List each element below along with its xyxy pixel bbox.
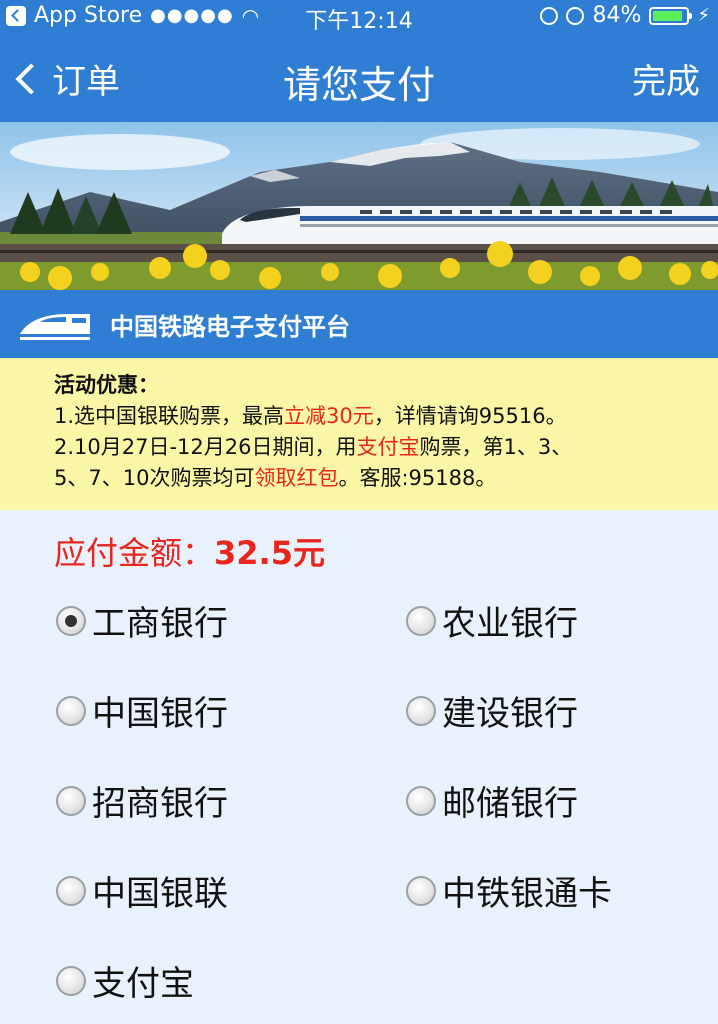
top-bar: App Store ●●●●● ◠ 下午12:14 84% ⚡ 订单 请您支付 …	[0, 0, 718, 122]
bank-label: 工商银行	[92, 604, 228, 644]
promo-highlight: 立减30元	[284, 404, 374, 428]
radio-icon[interactable]	[406, 605, 436, 636]
train-logo-icon	[20, 314, 90, 340]
train-landscape-illustration	[0, 122, 718, 290]
bank-label: 中国银行	[92, 694, 228, 734]
radio-icon[interactable]	[406, 695, 436, 726]
bank-label: 支付宝	[92, 964, 194, 1004]
amount-label: 应付金额：	[54, 534, 215, 572]
bank-label: 中国银联	[92, 874, 228, 914]
banner-image	[0, 122, 718, 290]
bank-label: 招商银行	[92, 784, 228, 824]
radio-icon[interactable]	[56, 785, 86, 816]
bank-option-icbc[interactable]: 工商银行	[56, 596, 228, 645]
promo-text: 。客服:95188。	[338, 466, 497, 490]
rotation-lock-icon	[540, 6, 559, 25]
status-bar: App Store ●●●●● ◠ 下午12:14 84% ⚡	[0, 0, 718, 34]
radio-selected-icon[interactable]	[56, 605, 86, 636]
page-title: 请您支付	[282, 63, 435, 107]
promo-text: 购票，第1、3、	[419, 435, 573, 459]
nav-bar: 订单 请您支付 完成	[0, 34, 718, 122]
promo-heading: 活动优惠：	[54, 373, 159, 397]
bank-option-psbc[interactable]: 邮储银行	[406, 776, 578, 825]
promo-highlight: 支付宝	[356, 435, 420, 459]
bank-option-abc[interactable]: 农业银行	[406, 596, 578, 645]
promo-line-2: 2.10月27日-12月26日期间，用支付宝购票，第1、3、	[54, 432, 718, 463]
promo-highlight: 领取红包	[254, 466, 339, 490]
payment-platform-header: 中国铁路电子支付平台	[0, 290, 718, 358]
bank-option-unionpay[interactable]: 中国银联	[56, 866, 228, 915]
alarm-icon	[566, 6, 585, 25]
bank-label: 建设银行	[442, 694, 578, 734]
status-right: 84% ⚡	[540, 3, 710, 28]
bank-label: 中铁银通卡	[442, 874, 612, 914]
done-button[interactable]: 完成	[632, 54, 700, 103]
radio-icon[interactable]	[56, 965, 86, 996]
radio-icon[interactable]	[56, 695, 86, 726]
bank-option-cmb[interactable]: 招商银行	[56, 776, 228, 825]
promotion-notice: 活动优惠： 1.选中国银联购票，最高立减30元，详情请询95516。 2.10月…	[0, 358, 718, 510]
battery-icon	[649, 6, 693, 25]
bank-option-boc[interactable]: 中国银行	[56, 686, 228, 735]
promo-text: ，详情请询95516。	[373, 404, 567, 428]
amount-due: 应付金额：32.5元	[54, 528, 325, 574]
amount-value: 32.5元	[214, 534, 325, 572]
radio-icon[interactable]	[406, 785, 436, 816]
promo-text: 5、7、10次购票均可	[54, 466, 255, 490]
bank-label: 农业银行	[442, 604, 578, 644]
radio-icon[interactable]	[56, 875, 86, 906]
promo-line-1: 1.选中国银联购票，最高立减30元，详情请询95516。	[54, 401, 718, 432]
battery-percent: 84%	[592, 3, 642, 28]
promo-text: 1.选中国银联购票，最高	[54, 404, 285, 428]
charging-icon: ⚡	[697, 5, 710, 26]
bank-label: 邮储银行	[442, 784, 578, 824]
bank-option-alipay[interactable]: 支付宝	[56, 956, 194, 1005]
promo-text: 2.10月27日-12月26日期间，用	[54, 435, 357, 459]
bank-option-ccb[interactable]: 建设银行	[406, 686, 578, 735]
promo-line-3: 5、7、10次购票均可领取红包。客服:95188。	[54, 463, 718, 494]
radio-icon[interactable]	[406, 875, 436, 906]
bank-option-railway-card[interactable]: 中铁银通卡	[406, 866, 612, 915]
platform-title: 中国铁路电子支付平台	[110, 312, 350, 341]
